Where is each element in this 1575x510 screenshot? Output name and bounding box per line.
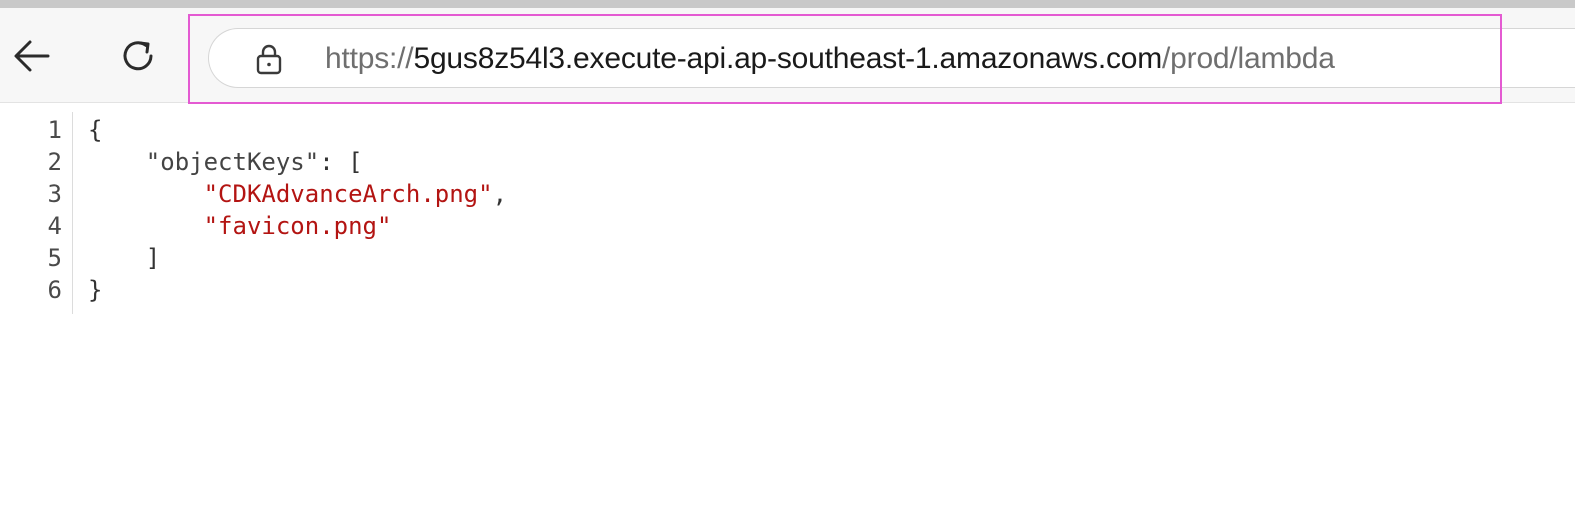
code-line-4: "favicon.png" [88, 210, 392, 242]
reload-button[interactable] [114, 32, 162, 80]
code-line-6: } [88, 274, 102, 306]
window-top-strip [0, 0, 1575, 8]
json-comma: , [492, 180, 508, 208]
code-line-5: ] [88, 242, 160, 274]
line-number: 4 [47, 212, 62, 240]
json-close-brace: } [88, 276, 103, 304]
back-button[interactable] [8, 32, 56, 80]
json-key: "objectKeys" [145, 148, 320, 176]
reload-icon [123, 41, 153, 71]
url-highlight-box [188, 14, 1502, 104]
line-number: 2 [47, 148, 62, 176]
line-number: 6 [47, 276, 62, 304]
json-punct: : [ [319, 148, 363, 176]
line-number: 5 [47, 244, 62, 272]
json-close-bracket: ] [145, 244, 161, 272]
json-open-brace: { [88, 116, 103, 144]
json-string-value: "favicon.png" [203, 212, 392, 240]
browser-toolbar: https://5gus8z54l3.execute-api.ap-southe… [0, 8, 1575, 104]
json-string-value: "CDKAdvanceArch.png" [203, 180, 493, 208]
line-number: 1 [47, 116, 62, 144]
line-number: 3 [47, 180, 62, 208]
code-line-2: "objectKeys": [ [88, 146, 363, 178]
code-line-1: { [88, 114, 102, 146]
line-number-gutter: 1 2 3 4 5 6 [20, 112, 73, 314]
code-line-3: "CDKAdvanceArch.png", [88, 178, 507, 210]
arrow-left-icon [14, 40, 50, 72]
